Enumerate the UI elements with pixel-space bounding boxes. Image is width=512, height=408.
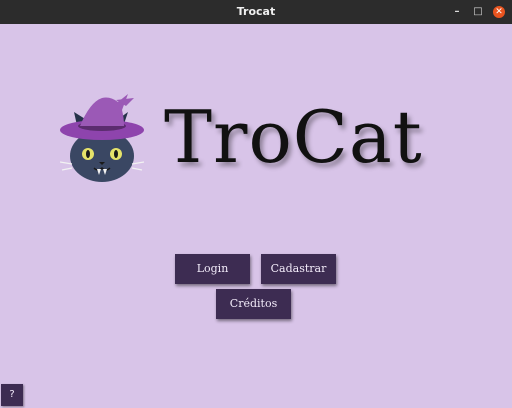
login-button[interactable]: Login (175, 254, 250, 284)
maximize-button[interactable]: □ (472, 6, 484, 18)
window-title: Trocat (236, 5, 276, 18)
register-button[interactable]: Cadastrar (261, 254, 336, 284)
hat-cone (80, 94, 128, 126)
close-button[interactable]: ✕ (493, 6, 505, 18)
minimize-button[interactable]: – (451, 6, 463, 18)
credits-button[interactable]: Créditos (216, 289, 291, 319)
help-button[interactable]: ? (1, 384, 23, 406)
window-titlebar[interactable]: Trocat – □ ✕ (0, 0, 512, 24)
wizard-cat-icon (60, 94, 145, 182)
app-logo-text: TroCat (164, 95, 423, 179)
